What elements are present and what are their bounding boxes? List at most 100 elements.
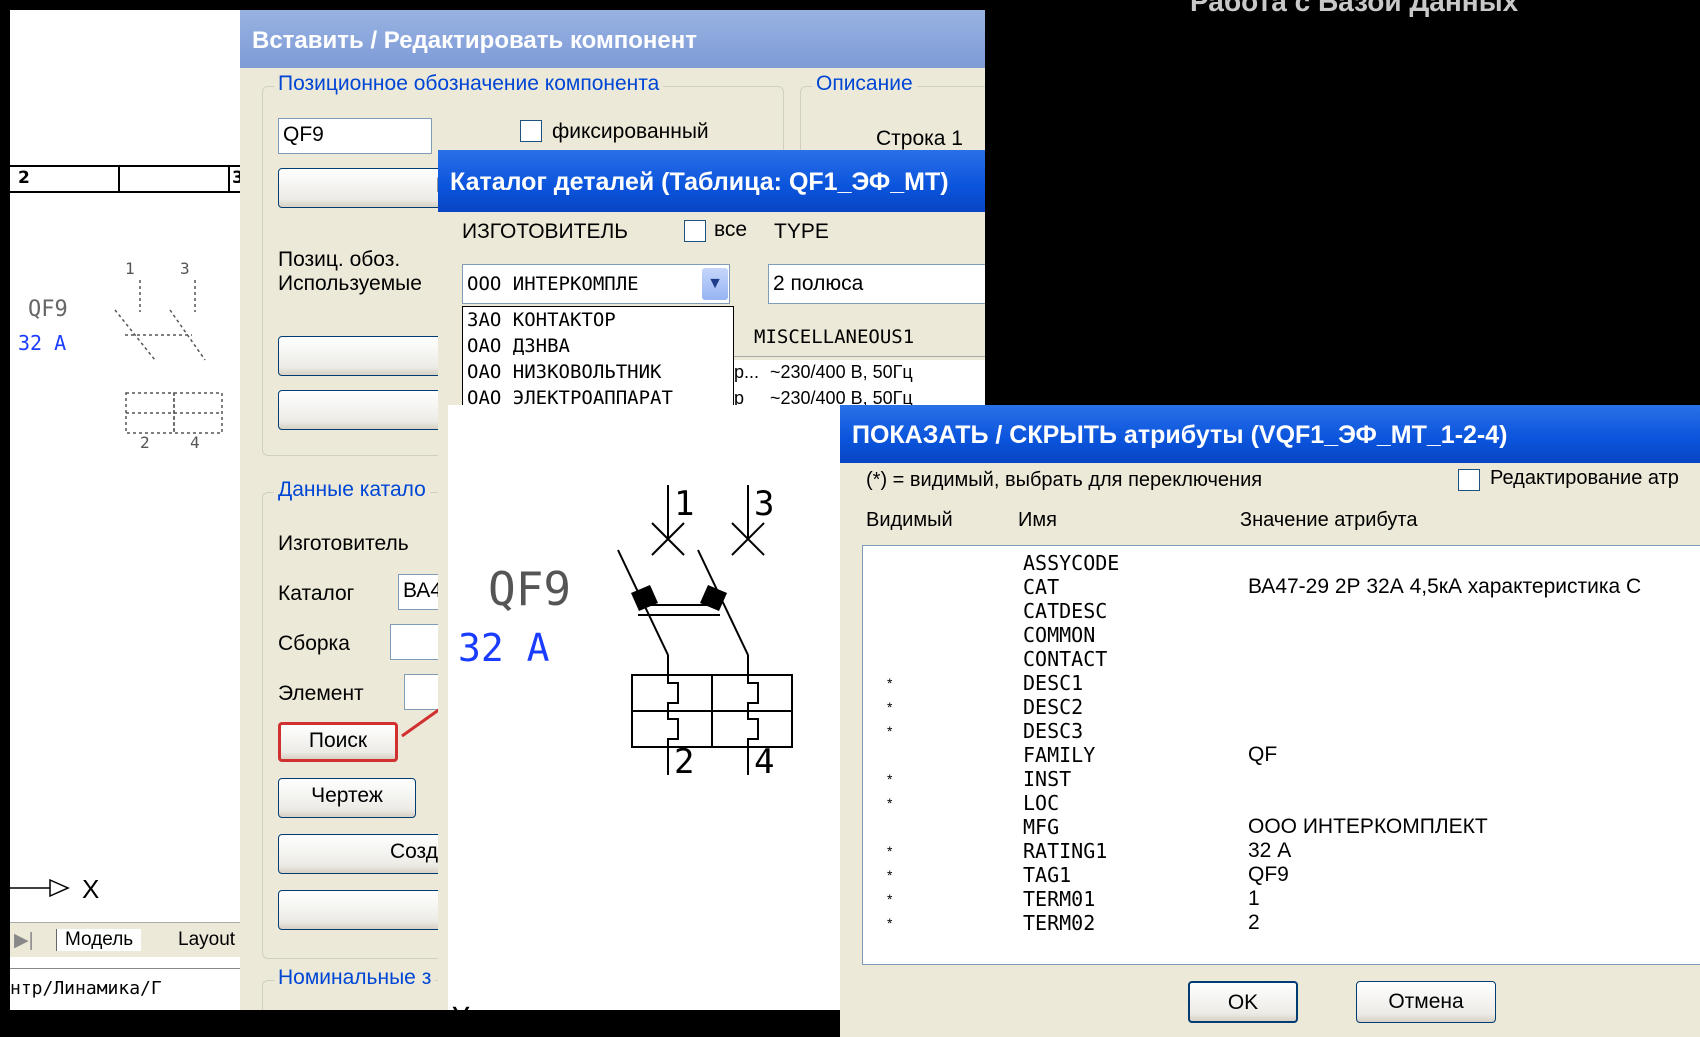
attribute-name: CATDESC xyxy=(1023,599,1108,623)
visible-flag: * xyxy=(887,795,893,811)
preview-pin: 3 xyxy=(754,484,774,524)
chevron-down-icon[interactable]: ▼ xyxy=(702,268,728,300)
attribute-row[interactable]: CONTACT xyxy=(863,646,1700,672)
tab-layout[interactable]: Layout xyxy=(178,929,235,951)
type-input[interactable]: 2 полюса xyxy=(768,264,985,304)
manufacturer-select[interactable]: ООО ИНТЕРКОМПЛЕ xyxy=(462,264,730,304)
name-column-header[interactable]: Имя xyxy=(1018,509,1057,532)
all-checkbox[interactable] xyxy=(684,220,706,242)
attributes-dialog-title: ПОКАЗАТЬ / СКРЫТЬ атрибуты (VQF1_ЭФ_МТ_1… xyxy=(840,405,1700,463)
visibility-hint: (*) = видимый, выбрать для переключения xyxy=(866,469,1263,491)
attribute-name: LOC xyxy=(1023,791,1060,815)
search-button[interactable]: Поиск xyxy=(278,722,398,762)
attribute-row[interactable]: * DESC3 xyxy=(863,718,1700,744)
ok-button[interactable]: OK xyxy=(1188,981,1298,1023)
attribute-row[interactable]: CATDESC xyxy=(863,598,1700,624)
axis-x-label: X xyxy=(82,874,99,904)
axis-y-label: Y xyxy=(452,1002,470,1010)
manufacturer-selected: ООО ИНТЕРКОМПЛЕ xyxy=(467,273,639,295)
symbol-preview: QF9 32 A 1 3 2 4 Y xyxy=(448,405,848,1010)
small-breaker-symbol[interactable]: 1 3 QF9 32 A 2 4 xyxy=(10,250,242,450)
attribute-row[interactable]: FAMILY QF xyxy=(863,742,1700,768)
pin-label: 1 xyxy=(125,259,135,278)
attribute-list[interactable]: ASSYCODE CAT ВА47-29 2Р 32А 4,5кА характер… xyxy=(862,545,1700,965)
attribute-row[interactable]: * TERM02 2 xyxy=(863,910,1700,936)
fixed-checkbox[interactable] xyxy=(520,120,542,142)
attribute-name: DESC2 xyxy=(1023,695,1084,719)
catalog-dialog-title: Каталог деталей (Таблица: QF1_ЭФ_МТ) xyxy=(438,150,985,212)
attribute-name: ASSYCODE xyxy=(1023,551,1120,575)
visible-flag: * xyxy=(887,891,893,907)
manufacturer-dropdown-list[interactable]: ЗАО КОНТАКТОР ОАО ДЗНВА ОАО НИЗКОВОЛЬТНИ… xyxy=(462,306,734,408)
table-cell[interactable]: р... xyxy=(734,362,759,383)
table-header: MISCELLANEOUS1 xyxy=(734,320,985,357)
manufacturer-column-label: ИЗГОТОВИТЕЛЬ xyxy=(462,220,629,243)
edit-attributes-checkbox[interactable] xyxy=(1458,469,1480,491)
misc-column-header[interactable]: MISCELLANEOUS1 xyxy=(754,326,914,348)
tag-group-label: Позиционное обозначение компонента xyxy=(274,72,664,96)
symbol-tag: QF9 xyxy=(28,297,68,322)
attribute-row[interactable]: * DESC2 xyxy=(863,694,1700,720)
title-grid: 2 3 xyxy=(10,165,242,193)
attribute-name: TERM01 xyxy=(1023,887,1096,911)
pin-label: 3 xyxy=(180,259,190,278)
attribute-value: 32 А xyxy=(1248,839,1292,862)
attribute-value: ВА47-29 2Р 32А 4,5кА характеристика С xyxy=(1248,575,1642,598)
type-label: TYPE xyxy=(774,220,829,243)
attribute-value: 1 xyxy=(1248,887,1260,910)
manufacturer-label: Изготовитель xyxy=(278,532,409,555)
attribute-row[interactable]: COMMON xyxy=(863,622,1700,648)
tab-model[interactable]: Модель xyxy=(56,929,142,951)
partial-button[interactable]: И xyxy=(278,168,458,208)
command-line[interactable]: нтр/Линамика/Г xyxy=(10,968,242,1010)
catalog-label: Каталог xyxy=(278,582,355,605)
visible-flag: * xyxy=(887,843,893,859)
ratings-group-label: Номинальные з xyxy=(274,966,436,990)
preview-tag: QF9 xyxy=(488,562,571,616)
visible-flag: * xyxy=(887,699,893,715)
visible-column-header[interactable]: Видимый xyxy=(866,509,953,532)
attribute-row[interactable]: * INST xyxy=(863,766,1700,792)
attribute-name: FAMILY xyxy=(1023,743,1096,767)
cad-drawing-area[interactable]: 2 3 1 3 QF9 32 A 2 4 X ▶| Модель Layout … xyxy=(10,10,242,1010)
assembly-label: Сборка xyxy=(278,632,350,655)
attribute-name: MFG xyxy=(1023,815,1060,839)
attribute-row[interactable]: * TAG1 QF9 xyxy=(863,862,1700,888)
grid-cell: 2 xyxy=(18,168,30,188)
cancel-button[interactable]: Отмена xyxy=(1356,981,1496,1023)
attribute-row[interactable]: CAT ВА47-29 2Р 32А 4,5кА характеристика С xyxy=(863,574,1700,600)
drawing-button[interactable]: Чертеж xyxy=(278,778,416,818)
catalog-group-label: Данные катало xyxy=(274,478,430,502)
preview-rating: 32 A xyxy=(458,626,550,670)
grid-cell-blank xyxy=(118,167,238,191)
visible-flag: * xyxy=(887,867,893,883)
dropdown-option[interactable]: ОАО ДЗНВА xyxy=(463,333,733,359)
dropdown-option[interactable]: ЗАО КОНТАКТОР xyxy=(463,307,733,333)
attribute-row[interactable]: * DESC1 xyxy=(863,670,1700,696)
attribute-row[interactable]: * TERM01 1 xyxy=(863,886,1700,912)
attribute-name: DESC1 xyxy=(1023,671,1084,695)
tab-nav-arrow-icon[interactable]: ▶| xyxy=(14,929,34,952)
attribute-row[interactable]: ASSYCODE xyxy=(863,550,1700,576)
ucs-x-axis: X xyxy=(10,874,99,904)
tag-input[interactable]: QF9 xyxy=(278,118,432,154)
show-hide-attributes-dialog: ПОКАЗАТЬ / СКРЫТЬ атрибуты (VQF1_ЭФ_МТ_1… xyxy=(840,405,1700,1037)
attribute-name: COMMON xyxy=(1023,623,1096,647)
dropdown-option[interactable]: ОАО НИЗКОВОЛЬТНИК xyxy=(463,359,733,385)
attribute-row[interactable]: * LOC xyxy=(863,790,1700,816)
pin-label: 2 xyxy=(140,433,150,450)
attribute-name: CAT xyxy=(1023,575,1060,599)
tag-action-button[interactable] xyxy=(278,336,458,376)
attribute-row[interactable]: MFG ООО ИНТЕРКОМПЛЕКТ xyxy=(863,814,1700,840)
value-column-header[interactable]: Значение атрибута xyxy=(1240,509,1417,532)
layout-tabs: ▶| Модель Layout xyxy=(10,922,242,957)
element-label: Элемент xyxy=(278,682,364,705)
attribute-row[interactable]: * RATING1 32 А xyxy=(863,838,1700,864)
tag-action-button[interactable] xyxy=(278,390,458,430)
fixed-label: фиксированный xyxy=(552,120,709,143)
line1-label: Строка 1 xyxy=(876,127,963,150)
preview-pin: 2 xyxy=(674,742,694,782)
pin-label: 4 xyxy=(190,433,200,450)
table-cell[interactable]: ~230/400 В, 50Гц xyxy=(770,362,913,383)
attribute-value: QF xyxy=(1248,743,1278,766)
